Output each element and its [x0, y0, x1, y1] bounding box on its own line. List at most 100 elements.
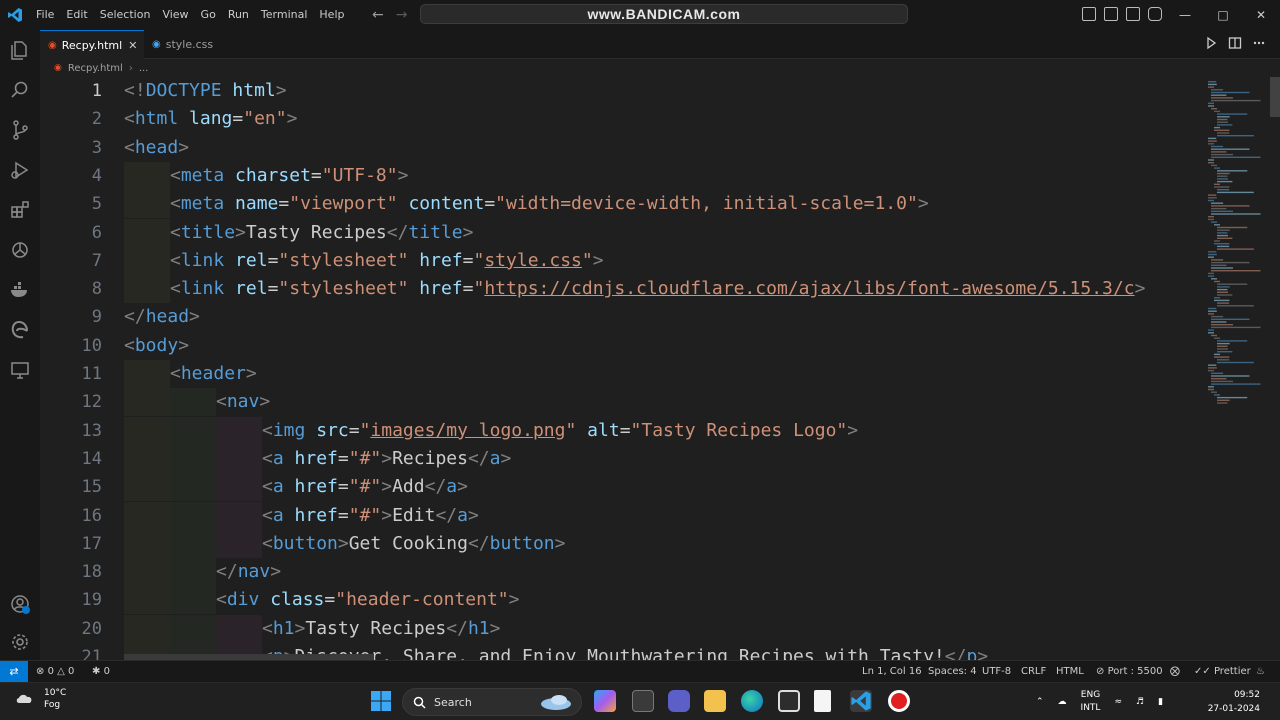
code-line[interactable]: 10 <body>	[40, 332, 1200, 360]
minimap[interactable]	[1200, 77, 1270, 660]
file-explorer-icon[interactable]	[704, 690, 726, 712]
indent-guide	[170, 614, 216, 643]
code-line[interactable]: 2 <html lang="en">	[40, 105, 1200, 133]
copilot-icon[interactable]	[594, 690, 616, 712]
remote-explorer-icon[interactable]	[8, 358, 32, 382]
battery-icon[interactable]: ▮	[1158, 697, 1163, 707]
toggle-primary-sidebar-icon[interactable]	[1082, 7, 1096, 21]
language-mode[interactable]: HTML	[1056, 661, 1084, 682]
code-line[interactable]: 8 <link rel="stylesheet" href="https://cd…	[40, 275, 1200, 304]
code-line[interactable]: 6 <title>Tasty Recipes</title>	[40, 218, 1200, 247]
chevron-up-icon[interactable]: ⌃	[1036, 697, 1044, 707]
prettier-indicator[interactable]: ✓✓ Prettier	[1194, 661, 1251, 682]
code-line[interactable]: 9 </head>	[40, 303, 1200, 331]
arrow-left-icon[interactable]: ←	[372, 7, 384, 23]
problems-indicator[interactable]: ⊗ 0 △ 0	[36, 661, 74, 682]
notifications-bell-icon[interactable]: ♨	[1256, 661, 1265, 682]
weather-widget[interactable]: 10°C Fog	[14, 687, 66, 711]
code-line[interactable]: 15 <a href="#">Add</a>	[40, 473, 1200, 502]
split-editor-icon[interactable]	[1228, 36, 1242, 50]
code-line[interactable]: 4 <meta charset="UTF-8">	[40, 161, 1200, 190]
system-clock[interactable]: 09:52 27-01-2024	[1200, 688, 1260, 716]
wifi-icon[interactable]: ≈	[1114, 697, 1122, 707]
cursor-position[interactable]: Ln 1, Col 16	[862, 661, 922, 682]
explorer-icon[interactable]	[8, 38, 32, 62]
code-line[interactable]: 3 <head>	[40, 134, 1200, 162]
indentation[interactable]: Spaces: 4	[928, 661, 977, 682]
run-debug-icon[interactable]	[8, 158, 32, 182]
more-actions-icon[interactable]	[1252, 36, 1266, 50]
code-line[interactable]: 17 <button>Get Cooking</button>	[40, 529, 1200, 558]
menu-go[interactable]: Go	[195, 0, 222, 30]
minimap-line	[1208, 143, 1214, 145]
maximize-icon[interactable]: □	[1204, 0, 1242, 30]
code-text: <link rel="stylesheet" href="https://cdn…	[170, 278, 1146, 300]
arrow-right-icon[interactable]: →	[396, 7, 408, 23]
code-line[interactable]: 1 <!DOCTYPE html>	[40, 77, 1200, 105]
remote-indicator-icon[interactable]: ⇄	[0, 661, 28, 683]
teams-chat-icon[interactable]	[668, 690, 690, 712]
clock-time: 09:52	[1234, 690, 1260, 700]
task-view-icon[interactable]	[632, 690, 654, 712]
menu-run[interactable]: Run	[222, 0, 255, 30]
toggle-secondary-sidebar-icon[interactable]	[1126, 7, 1140, 21]
code-editor[interactable]: 1 <!DOCTYPE html> 2 <html lang="en"> 3 <head>…	[40, 77, 1280, 660]
menu-edit[interactable]: Edit	[60, 0, 93, 30]
language-indicator[interactable]: ENG INTL	[1081, 689, 1101, 715]
menu-terminal[interactable]: Terminal	[255, 0, 314, 30]
toggle-panel-icon[interactable]	[1104, 7, 1118, 21]
close-window-icon[interactable]: ✕	[1242, 0, 1280, 30]
tab-recpy-html[interactable]: ◉ Recpy.html ✕	[40, 30, 144, 59]
code-line[interactable]: 20 <h1>Tasty Recipes</h1>	[40, 614, 1200, 643]
minimize-icon[interactable]: —	[1166, 0, 1204, 30]
code-line[interactable]: 7 <link rel="stylesheet" href="style.css"…	[40, 246, 1200, 275]
code-line[interactable]: 16 <a href="#">Edit</a>	[40, 501, 1200, 530]
run-file-icon[interactable]	[1204, 36, 1218, 50]
volume-icon[interactable]: ♬	[1136, 697, 1144, 707]
account-icon[interactable]	[8, 592, 32, 616]
minimap-line	[1208, 332, 1214, 334]
search-icon[interactable]	[8, 78, 32, 102]
onedrive-cloud-icon[interactable]: ☁	[1058, 697, 1067, 707]
settings-gear-icon[interactable]	[8, 630, 32, 654]
minimap-line	[1217, 232, 1228, 234]
code-line[interactable]: 19 <div class="header-content">	[40, 586, 1200, 615]
ports-indicator[interactable]: ✱ 0	[92, 661, 110, 682]
edge-browser-icon[interactable]	[741, 690, 763, 712]
customize-layout-icon[interactable]	[1148, 7, 1162, 21]
bell-slash-icon[interactable]: ⨂	[1170, 661, 1180, 682]
tab-style-css[interactable]: ◉ style.css	[144, 30, 234, 59]
command-center[interactable]: www.BANDICAM.com	[420, 4, 908, 24]
chatgpt-icon[interactable]	[8, 238, 32, 262]
close-tab-icon[interactable]: ✕	[128, 39, 137, 52]
code-line[interactable]: 11 <header>	[40, 360, 1200, 388]
document-app-icon[interactable]	[814, 690, 831, 712]
code-line[interactable]: 5 <meta name="viewport" content="width=de…	[40, 190, 1200, 219]
bandicam-record-icon[interactable]	[888, 690, 910, 712]
live-server-port[interactable]: ⊘ Port : 5500	[1096, 661, 1163, 682]
taskbar-search[interactable]: Search	[402, 688, 582, 716]
ms-store-icon[interactable]	[778, 690, 800, 712]
windows-start-icon[interactable]	[370, 690, 392, 712]
menu-view[interactable]: View	[156, 0, 194, 30]
source-control-icon[interactable]	[8, 118, 32, 142]
menu-selection[interactable]: Selection	[94, 0, 157, 30]
code-line[interactable]: 13 <img src="images/my logo.png" alt="Tas…	[40, 416, 1200, 445]
vertical-scrollbar[interactable]	[1270, 77, 1280, 117]
breadcrumb-file[interactable]: Recpy.html	[68, 63, 123, 74]
menu-help[interactable]: Help	[313, 0, 350, 30]
indent-guide	[124, 388, 170, 417]
line-number: 8	[91, 279, 102, 300]
code-line[interactable]: 14 <a href="#">Recipes</a>	[40, 444, 1200, 473]
menu-file[interactable]: File	[30, 0, 60, 30]
edge-devtools-icon[interactable]	[8, 318, 32, 342]
code-line[interactable]: 18 </nav>	[40, 558, 1200, 587]
vscode-taskbar-icon[interactable]	[850, 690, 872, 712]
docker-icon[interactable]	[8, 278, 32, 302]
minimap-line	[1217, 399, 1230, 401]
file-encoding[interactable]: UTF-8	[982, 661, 1011, 682]
breadcrumb-more[interactable]: ...	[139, 63, 149, 74]
code-line[interactable]: 12 <nav>	[40, 388, 1200, 417]
end-of-line[interactable]: CRLF	[1021, 661, 1046, 682]
extensions-icon[interactable]	[8, 198, 32, 222]
